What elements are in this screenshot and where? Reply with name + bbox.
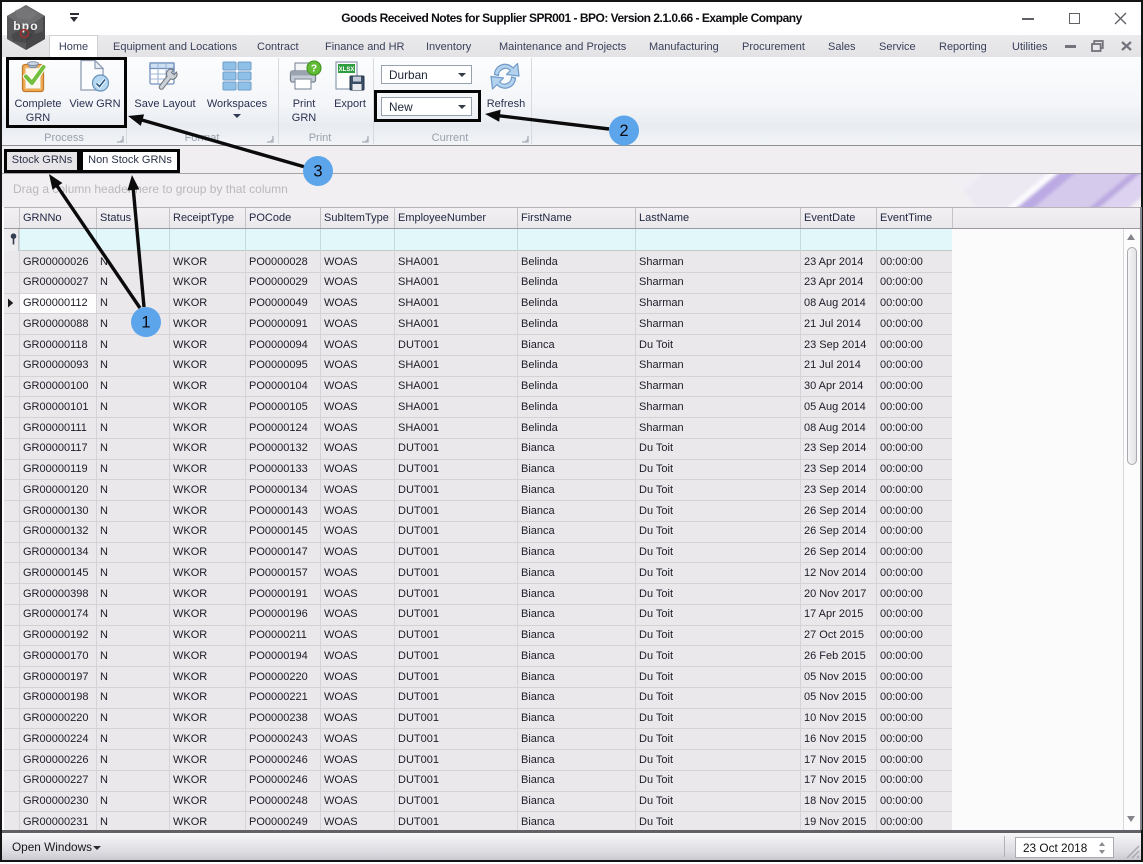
svg-text:1: 1: [141, 314, 150, 332]
svg-text:3: 3: [313, 163, 322, 181]
svg-text:bpo: bpo: [13, 19, 39, 33]
svg-text:2: 2: [619, 122, 628, 140]
